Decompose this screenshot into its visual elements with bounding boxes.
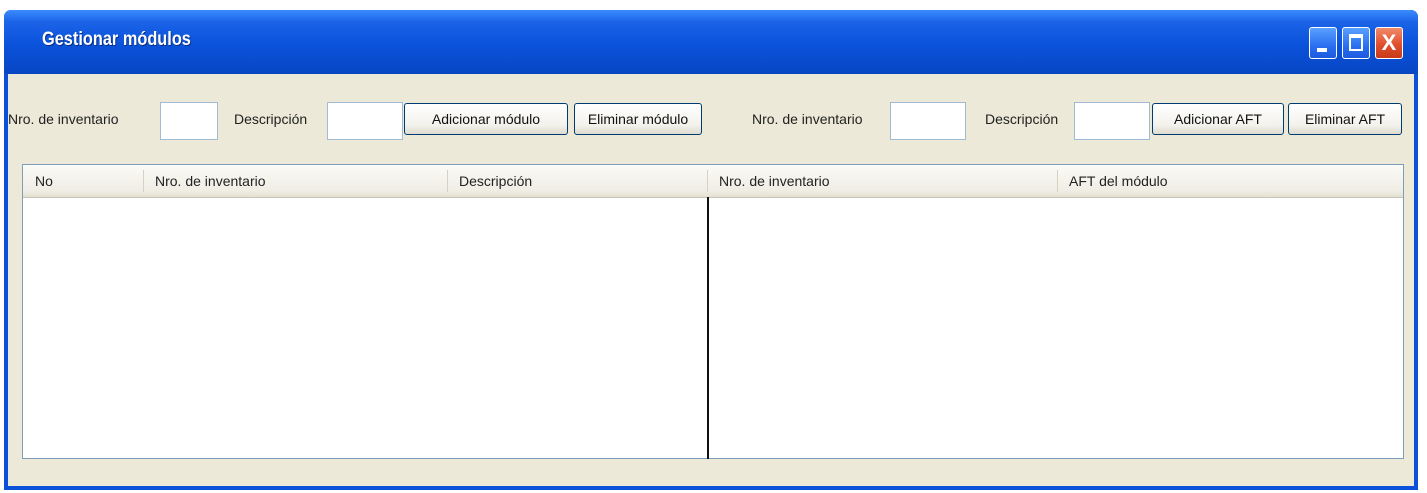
- module-inventory-input[interactable]: [160, 102, 218, 140]
- column-header-module-inventory[interactable]: Nro. de inventario: [143, 165, 447, 197]
- aft-inventory-input[interactable]: [890, 102, 966, 140]
- add-aft-button[interactable]: Adicionar AFT: [1152, 103, 1284, 135]
- aft-description-label: Descripción: [985, 111, 1059, 127]
- column-header-no[interactable]: No: [23, 165, 143, 197]
- maximize-button[interactable]: [1342, 27, 1370, 59]
- minimize-icon: [1317, 48, 1327, 52]
- app-window: Gestionar módulos X Nro. de inventario D…: [4, 10, 1418, 490]
- maximize-icon: [1349, 34, 1363, 51]
- delete-aft-button[interactable]: Eliminar AFT: [1288, 103, 1402, 135]
- minimize-button[interactable]: [1309, 27, 1337, 59]
- table-header: No Nro. de inventario Descripción Nro. d…: [23, 165, 1403, 198]
- column-header-description[interactable]: Descripción: [447, 165, 707, 197]
- window-title: Gestionar módulos: [42, 29, 191, 50]
- aft-description-input[interactable]: [1074, 102, 1150, 140]
- module-description-label: Descripción: [234, 111, 308, 127]
- title-bar[interactable]: Gestionar módulos X: [4, 10, 1418, 74]
- modules-table[interactable]: No Nro. de inventario Descripción Nro. d…: [22, 164, 1404, 459]
- panel-divider: [707, 197, 709, 459]
- column-header-aft-module[interactable]: AFT del módulo: [1057, 165, 1403, 197]
- client-area: Nro. de inventario Descripción Adicionar…: [8, 74, 1414, 486]
- module-description-input[interactable]: [327, 102, 403, 140]
- add-module-button[interactable]: Adicionar módulo: [404, 103, 568, 135]
- module-inventory-label: Nro. de inventario: [8, 111, 119, 127]
- close-icon: X: [1381, 30, 1397, 55]
- delete-module-button[interactable]: Eliminar módulo: [574, 103, 702, 135]
- column-header-aft-inventory[interactable]: Nro. de inventario: [707, 165, 1057, 197]
- aft-inventory-label: Nro. de inventario: [752, 111, 863, 127]
- close-button[interactable]: X: [1375, 27, 1403, 59]
